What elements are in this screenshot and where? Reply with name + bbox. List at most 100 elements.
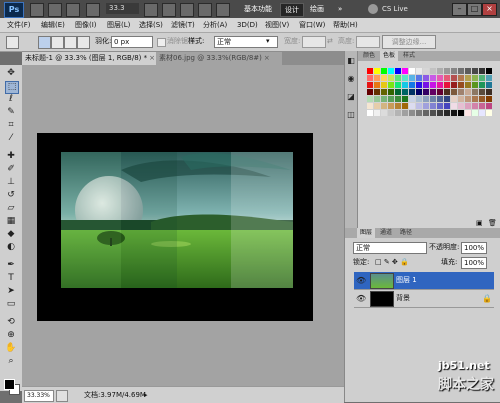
color-swatch[interactable] (416, 103, 422, 109)
swap-icon[interactable]: ⇄ (327, 36, 333, 47)
add-selection-icon[interactable] (51, 36, 64, 49)
tab-color[interactable]: 颜色 (360, 51, 378, 61)
masks-panel-icon[interactable]: ◪ (347, 93, 355, 101)
shape-tool-icon[interactable]: ▭ (5, 299, 17, 310)
move-tool-icon[interactable]: ✥ (5, 68, 17, 79)
color-swatch[interactable] (402, 68, 408, 74)
color-swatch[interactable] (451, 96, 457, 102)
color-swatch[interactable] (395, 82, 401, 88)
menu-3d[interactable]: 3D(D) (234, 18, 261, 32)
color-swatch[interactable] (367, 103, 373, 109)
color-swatch[interactable] (451, 75, 457, 81)
color-swatch[interactable] (381, 68, 387, 74)
color-swatch[interactable] (388, 68, 394, 74)
color-swatch[interactable] (479, 89, 485, 95)
lasso-tool-icon[interactable]: ℓ (5, 94, 17, 105)
color-swatch[interactable] (458, 110, 464, 116)
eraser-tool-icon[interactable]: ▱ (5, 203, 17, 214)
color-swatch[interactable] (444, 110, 450, 116)
gradient-tool-icon[interactable]: ▦ (5, 216, 17, 227)
color-swatch[interactable] (430, 82, 436, 88)
color-swatch[interactable] (465, 82, 471, 88)
color-swatch[interactable] (374, 110, 380, 116)
color-swatch[interactable] (388, 103, 394, 109)
new-swatch-icon[interactable]: ▣ (476, 219, 483, 227)
color-swatch[interactable] (444, 96, 450, 102)
color-swatch[interactable] (409, 103, 415, 109)
color-swatch[interactable] (381, 103, 387, 109)
tab-layers[interactable]: 图层 (357, 228, 376, 238)
color-swatch[interactable] (374, 68, 380, 74)
color-swatch[interactable] (416, 110, 422, 116)
color-swatch[interactable] (465, 75, 471, 81)
zoom-level-field[interactable]: 33.3 (106, 3, 139, 14)
quick-select-tool-icon[interactable]: ✎ (5, 107, 17, 118)
menu-select[interactable]: 选择(S) (136, 18, 166, 32)
color-swatch[interactable] (444, 68, 450, 74)
swatch-grid[interactable] (367, 68, 495, 122)
tab-styles[interactable]: 样式 (400, 51, 418, 61)
color-swatch[interactable] (486, 103, 492, 109)
color-swatch[interactable] (430, 96, 436, 102)
menu-image[interactable]: 图像(I) (72, 18, 100, 32)
color-swatch[interactable] (430, 110, 436, 116)
color-swatch[interactable] (409, 89, 415, 95)
color-swatch[interactable] (409, 82, 415, 88)
color-swatch[interactable] (444, 89, 450, 95)
color-swatch[interactable] (416, 89, 422, 95)
blur-tool-icon[interactable]: ◆ (5, 229, 17, 240)
color-swatch[interactable] (367, 82, 373, 88)
color-swatch[interactable] (388, 75, 394, 81)
color-swatch[interactable] (381, 96, 387, 102)
color-swatch[interactable] (451, 68, 457, 74)
eyedropper-tool-icon[interactable]: ⁄ (5, 133, 17, 144)
color-swatch[interactable] (479, 110, 485, 116)
color-swatch[interactable] (402, 89, 408, 95)
color-swatch[interactable] (367, 110, 373, 116)
color-swatch[interactable] (472, 89, 478, 95)
color-swatch[interactable] (381, 110, 387, 116)
color-swatch[interactable] (472, 103, 478, 109)
feather-input[interactable]: 0 px (111, 36, 153, 48)
workspace-more-icon[interactable]: » (334, 3, 346, 15)
color-swatch[interactable] (451, 82, 457, 88)
color-swatch[interactable] (388, 82, 394, 88)
subtract-selection-icon[interactable] (64, 36, 77, 49)
color-swatch[interactable] (486, 110, 492, 116)
color-swatch[interactable] (416, 68, 422, 74)
color-swatch[interactable] (437, 89, 443, 95)
pen-tool-icon[interactable]: ✒ (5, 260, 17, 271)
color-swatch[interactable] (465, 103, 471, 109)
refine-edge-button[interactable]: 调整边缘... (382, 35, 436, 49)
color-swatch[interactable] (479, 96, 485, 102)
color-swatch[interactable] (472, 82, 478, 88)
color-swatch[interactable] (437, 82, 443, 88)
menu-view[interactable]: 视图(V) (262, 18, 292, 32)
lock-transparency-icon[interactable]: □ ✎ ✥ 🔒 (375, 258, 409, 266)
color-swatch[interactable] (465, 68, 471, 74)
color-swatch[interactable] (402, 75, 408, 81)
color-swatch[interactable] (472, 96, 478, 102)
3d-rotate-tool-icon[interactable]: ⟲ (5, 317, 17, 328)
restore-button[interactable]: □ (467, 3, 482, 16)
color-swatch[interactable] (458, 103, 464, 109)
status-zoom-field[interactable]: 33.33% (24, 390, 54, 402)
color-swatch[interactable] (465, 89, 471, 95)
brush-tool-icon[interactable]: ✐ (5, 164, 17, 175)
tab-channels[interactable]: 通道 (377, 228, 395, 238)
clone-stamp-tool-icon[interactable]: ⊥ (5, 177, 17, 188)
color-swatch[interactable] (409, 75, 415, 81)
status-menu-arrow-icon[interactable]: ▸ (144, 390, 148, 400)
color-swatch[interactable] (458, 89, 464, 95)
tab-source-image[interactable]: 素材06.jpg @ 33.3%(RGB/8#) × (156, 52, 282, 65)
healing-brush-tool-icon[interactable]: ✚ (5, 151, 17, 162)
visibility-eye-icon[interactable]: 👁 (356, 276, 366, 285)
color-swatch[interactable] (486, 82, 492, 88)
menu-window[interactable]: 窗口(W) (296, 18, 328, 32)
color-swatch[interactable] (395, 103, 401, 109)
color-swatch[interactable] (402, 82, 408, 88)
color-swatch[interactable] (451, 89, 457, 95)
tab-swatches[interactable]: 色板 (380, 51, 399, 61)
color-swatch[interactable] (486, 75, 492, 81)
marquee-preset-icon[interactable] (6, 36, 19, 49)
